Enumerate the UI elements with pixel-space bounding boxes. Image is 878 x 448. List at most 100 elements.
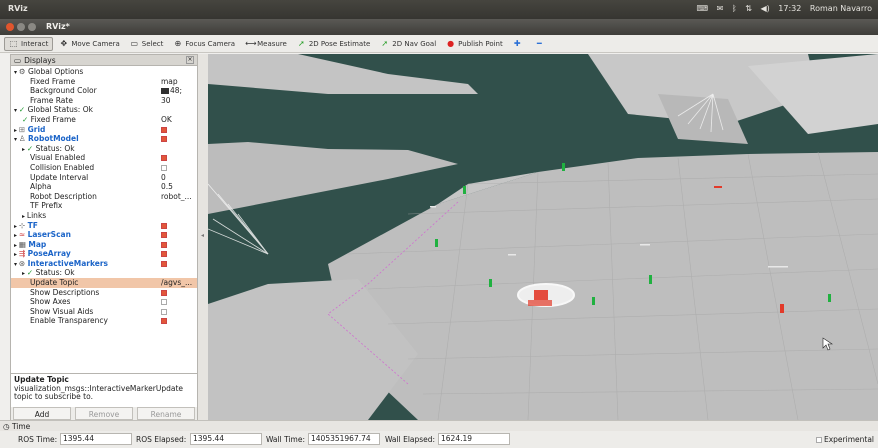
move-camera-tool[interactable]: ✥ Move Camera <box>55 37 123 51</box>
display-row[interactable]: ✓ Fixed Frame OK <box>11 115 197 125</box>
display-row[interactable]: ▸ ✓ Status: Ok <box>11 144 197 154</box>
map-scene[interactable] <box>208 54 878 420</box>
bluetooth-icon[interactable]: ᛒ <box>732 4 737 13</box>
display-row-value[interactable] <box>161 221 197 231</box>
display-row-label-wrap: Alpha <box>30 182 51 192</box>
display-row-value[interactable] <box>161 288 197 298</box>
measure-tool[interactable]: ⟷ Measure <box>241 37 291 51</box>
2d-nav-goal-tool[interactable]: ➚ 2D Nav Goal <box>376 37 440 51</box>
close-window-button[interactable] <box>6 23 14 31</box>
display-row[interactable]: ▾ ✓ Global Status: Ok <box>11 105 197 115</box>
enable-checkbox[interactable] <box>161 318 167 325</box>
enable-checkbox[interactable] <box>161 136 167 143</box>
rename-button[interactable]: Rename <box>137 407 195 420</box>
display-row-value[interactable] <box>161 297 197 307</box>
system-tray[interactable]: ⌨ ✉ ᛒ ⇅ ◀) 17:32 Roman Navarro <box>691 4 872 13</box>
panel-splitter[interactable]: ◂ <box>198 54 208 420</box>
display-row-value[interactable]: 0.5 <box>161 182 197 192</box>
display-row[interactable]: Update Topic/agvs_... <box>11 278 197 288</box>
enable-checkbox[interactable] <box>161 299 167 306</box>
display-row[interactable]: ▸ ⊞ Grid <box>11 125 197 135</box>
display-row-value[interactable]: map <box>161 77 197 87</box>
2d-pose-estimate-tool[interactable]: ➚ 2D Pose Estimate <box>293 37 374 51</box>
display-row-label: PoseArray <box>27 249 71 259</box>
experimental-toggle[interactable]: Experimental <box>815 435 874 444</box>
network-icon[interactable]: ⇅ <box>745 4 752 13</box>
display-row[interactable]: Show Visual Aids <box>11 307 197 317</box>
close-panel-button[interactable]: × <box>186 56 194 64</box>
display-row[interactable]: Alpha 0.5 <box>11 182 197 192</box>
display-row[interactable]: Frame Rate 30 <box>11 96 197 106</box>
mail-icon[interactable]: ✉ <box>717 4 724 13</box>
experimental-checkbox[interactable] <box>815 437 822 443</box>
panel-buttons: Add Remove Rename <box>11 407 197 420</box>
display-row-value[interactable] <box>161 134 197 144</box>
enable-checkbox[interactable] <box>161 126 167 133</box>
display-row-value[interactable] <box>161 153 197 163</box>
display-row-label-wrap: Show Descriptions <box>30 288 99 298</box>
render-viewport[interactable] <box>208 54 878 420</box>
enable-checkbox[interactable] <box>161 289 167 296</box>
display-row[interactable]: Update Interval 0 <box>11 173 197 183</box>
display-row-value[interactable] <box>161 230 197 240</box>
enable-checkbox[interactable] <box>161 260 167 267</box>
display-row[interactable]: Fixed Frame map <box>11 77 197 87</box>
display-row[interactable]: Enable Transparency <box>11 316 197 326</box>
enable-checkbox[interactable] <box>161 308 167 315</box>
display-row[interactable]: Show Axes <box>11 297 197 307</box>
display-row[interactable]: ▸ ▦ Map <box>11 240 197 250</box>
display-row[interactable]: Visual Enabled <box>11 153 197 163</box>
display-row[interactable]: ▾ ⊛ InteractiveMarkers <box>11 259 197 269</box>
clock[interactable]: 17:32 <box>778 4 801 13</box>
enable-checkbox[interactable] <box>161 232 167 239</box>
enable-checkbox[interactable] <box>161 222 167 229</box>
display-row[interactable]: ▾ ⚙ Global Options <box>11 67 197 77</box>
maximize-window-button[interactable] <box>28 23 36 31</box>
select-tool[interactable]: ▭ Select <box>126 37 168 51</box>
user-name[interactable]: Roman Navarro <box>810 4 872 13</box>
keyboard-icon[interactable]: ⌨ <box>697 4 709 13</box>
display-row-value[interactable] <box>161 259 197 269</box>
enable-checkbox[interactable] <box>161 155 167 162</box>
display-row[interactable]: ▸ Links <box>11 211 197 221</box>
displays-tree[interactable]: ▾ ⚙ Global Options Fixed Frame map Backgrou… <box>11 67 197 367</box>
display-row-value[interactable]: 0 <box>161 173 197 183</box>
enable-checkbox[interactable] <box>161 164 167 171</box>
display-row[interactable]: Show Descriptions <box>11 288 197 298</box>
enable-checkbox[interactable] <box>161 241 167 248</box>
display-row[interactable]: TF Prefix <box>11 201 197 211</box>
display-row-value[interactable]: OK <box>161 115 197 125</box>
display-row-value[interactable]: robot_... <box>161 192 197 202</box>
laser-icon: ≈ <box>18 230 28 240</box>
display-row-value[interactable]: /agvs_... <box>161 278 197 288</box>
display-row-value[interactable] <box>161 249 197 259</box>
focus-camera-tool[interactable]: ⊕ Focus Camera <box>169 37 239 51</box>
display-row[interactable]: ▸ ⇶ PoseArray <box>11 249 197 259</box>
enable-checkbox[interactable] <box>161 251 167 258</box>
volume-icon[interactable]: ◀) <box>760 4 769 13</box>
display-row[interactable]: ▾ ♙ RobotModel <box>11 134 197 144</box>
add-button[interactable]: Add <box>13 407 71 420</box>
display-row-value[interactable] <box>161 163 197 173</box>
minimize-window-button[interactable] <box>17 23 25 31</box>
publish-point-tool[interactable]: ● Publish Point <box>442 37 507 51</box>
minus-tool[interactable]: ━ <box>531 37 551 51</box>
display-row[interactable]: Robot Description robot_... <box>11 192 197 202</box>
display-row[interactable]: Background Color 48; <box>11 86 197 96</box>
display-row[interactable]: Collision Enabled <box>11 163 197 173</box>
experimental-label: Experimental <box>823 435 874 444</box>
display-row-value[interactable] <box>161 240 197 250</box>
color-swatch[interactable] <box>161 88 169 95</box>
display-row[interactable]: ▸ ✓ Status: Ok <box>11 268 197 278</box>
display-row[interactable]: ▸ ⊹ TF <box>11 221 197 231</box>
plus-tool[interactable]: ✚ <box>509 37 529 51</box>
display-row[interactable]: ▸ ≈ LaserScan <box>11 230 197 240</box>
display-row-value[interactable] <box>161 125 197 135</box>
collapse-arrow-icon[interactable]: ◂ <box>201 232 204 239</box>
remove-button[interactable]: Remove <box>75 407 133 420</box>
display-row-value[interactable]: 48; <box>161 86 197 96</box>
display-row-value[interactable] <box>161 307 197 317</box>
display-row-value[interactable] <box>161 316 197 326</box>
display-row-value[interactable]: 30 <box>161 96 197 106</box>
interact-tool[interactable]: ⬚ Interact <box>4 36 54 51</box>
